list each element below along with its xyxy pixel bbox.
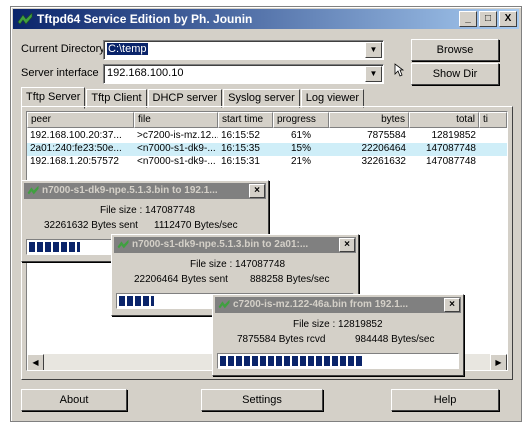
cell-peer: 2a01:240:fe23:50e... — [30, 143, 122, 154]
progress-fill — [220, 356, 364, 366]
table-header: peer file start time progress bytes tota… — [27, 112, 507, 128]
transfer-dialog-title: c7200-is-mz.122-46a.bin from 192.1... — [233, 299, 409, 310]
progress-fill — [119, 296, 154, 306]
cell-file: <n7000-s1-dk9-... — [137, 143, 216, 154]
maximize-button[interactable]: □ — [479, 11, 497, 27]
transfer-dialog-title-bar: n7000-s1-dk9-npe.5.1.3.bin to 192.1... × — [24, 183, 266, 199]
transfer-dialog: c7200-is-mz.122-46a.bin from 192.1... × … — [212, 294, 464, 376]
mouse-cursor-icon — [394, 63, 404, 77]
browse-button[interactable]: Browse — [411, 39, 499, 61]
transfer-rate-label: 1112470 Bytes/sec — [154, 220, 238, 231]
transfer-dialog-title: n7000-s1-dk9-npe.5.1.3.bin to 2a01:... — [132, 239, 309, 250]
transfer-dialog-title-bar: n7000-s1-dk9-npe.5.1.3.bin to 2a01:... × — [114, 237, 356, 253]
current-directory-value: C:\temp — [107, 43, 148, 55]
scroll-right-icon[interactable]: ▶ — [490, 354, 507, 370]
settings-button[interactable]: Settings — [201, 389, 323, 411]
column-header-progress[interactable]: progress — [273, 112, 329, 128]
close-icon[interactable]: × — [339, 238, 355, 252]
transfer-dialog-title: n7000-s1-dk9-npe.5.1.3.bin to 192.1... — [42, 185, 218, 196]
server-interface-combo[interactable]: 192.168.100.10 ▼ — [103, 64, 384, 84]
file-size-label: File size : 147087748 — [190, 259, 286, 270]
cell-total: 147087748 — [425, 143, 476, 154]
progress-fill — [29, 242, 81, 252]
column-header-peer[interactable]: peer — [27, 112, 134, 128]
cell-bytes: 32261632 — [361, 156, 407, 167]
app-icon — [27, 185, 39, 195]
server-interface-value: 192.168.100.10 — [107, 67, 184, 79]
cell-start-time: 16:15:52 — [221, 130, 260, 141]
chevron-down-icon[interactable]: ▼ — [365, 42, 382, 58]
file-size-label: File size : 12819852 — [293, 319, 383, 330]
column-header-file[interactable]: file — [134, 112, 218, 128]
cell-total: 147087748 — [425, 156, 476, 167]
cell-start-time: 16:15:35 — [221, 143, 260, 154]
column-header-total[interactable]: total — [409, 112, 479, 128]
table-row[interactable]: 192.168.1.20:57572 <n7000-s1-dk9-... 16:… — [27, 156, 479, 169]
about-button[interactable]: About — [21, 389, 127, 411]
chevron-down-icon[interactable]: ▼ — [365, 66, 382, 82]
transfer-rate-label: 888258 Bytes/sec — [250, 274, 330, 285]
scroll-left-icon[interactable]: ◀ — [27, 354, 44, 370]
cell-total: 12819852 — [431, 130, 477, 141]
app-icon — [218, 299, 230, 309]
show-dir-button[interactable]: Show Dir — [411, 63, 499, 85]
title-bar: Tftpd64 Service Edition by Ph. Jounin _ … — [13, 9, 519, 29]
app-icon — [117, 239, 129, 249]
bytes-transferred-label: 32261632 Bytes sent — [44, 220, 138, 231]
table-row[interactable]: 192.168.100.20:37... >c7200-is-mz.12... … — [27, 130, 479, 143]
tab-strip: Tftp Server Tftp Client DHCP server Sysl… — [21, 87, 365, 109]
close-icon[interactable]: × — [249, 184, 265, 198]
column-header-ti[interactable]: ti — [479, 112, 507, 128]
server-interface-label: Server interface — [21, 67, 99, 79]
bytes-transferred-label: 7875584 Bytes rcvd — [237, 334, 326, 345]
cell-start-time: 16:15:31 — [221, 156, 260, 167]
table-row[interactable]: 2a01:240:fe23:50e... <n7000-s1-dk9-... 1… — [27, 143, 507, 156]
window-title: Tftpd64 Service Edition by Ph. Jounin — [37, 12, 253, 26]
current-directory-label: Current Directory — [21, 43, 105, 55]
minimize-button[interactable]: _ — [459, 11, 477, 27]
cell-bytes: 22206464 — [361, 143, 407, 154]
app-icon — [17, 12, 33, 25]
current-directory-combo[interactable]: C:\temp ▼ — [103, 40, 384, 60]
cell-bytes: 7875584 — [367, 130, 406, 141]
cell-peer: 192.168.1.20:57572 — [30, 156, 119, 167]
bytes-transferred-label: 22206464 Bytes sent — [134, 274, 228, 285]
help-button[interactable]: Help — [391, 389, 499, 411]
cell-progress: 15% — [290, 143, 311, 154]
file-size-label: File size : 147087748 — [100, 205, 196, 216]
column-header-start-time[interactable]: start time — [218, 112, 273, 128]
column-header-bytes[interactable]: bytes — [329, 112, 409, 128]
close-icon[interactable]: × — [444, 298, 460, 312]
cell-file: <n7000-s1-dk9-... — [137, 156, 216, 167]
cell-progress: 21% — [290, 156, 311, 167]
transfer-progress-bar — [217, 353, 459, 369]
transfer-rate-label: 984448 Bytes/sec — [355, 334, 435, 345]
cell-progress: 61% — [290, 130, 311, 141]
cell-peer: 192.168.100.20:37... — [30, 130, 122, 141]
transfer-dialog-title-bar: c7200-is-mz.122-46a.bin from 192.1... × — [215, 297, 461, 313]
close-button[interactable]: X — [499, 11, 517, 27]
cell-file: >c7200-is-mz.12... — [137, 130, 218, 141]
